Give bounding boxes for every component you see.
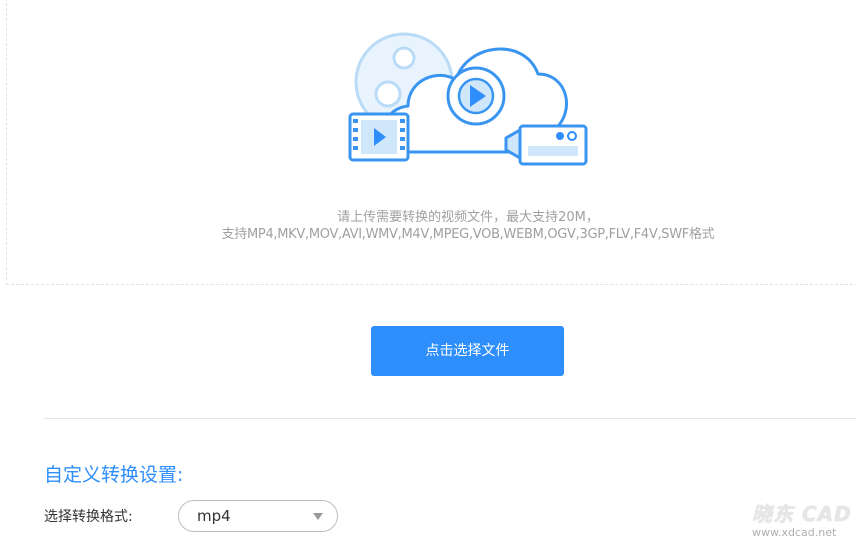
settings-title: 自定义转换设置:	[44, 464, 184, 486]
video-converter-page: 请上传需要转换的视频文件，最大支持20M， 支持MP4,MKV,MOV,AVI,…	[0, 0, 856, 548]
watermark-logo: 晓东 CAD	[752, 502, 852, 526]
upload-hint-formats: 支持MP4,MKV,MOV,AVI,WMV,M4V,MPEG,VOB,WEBM,…	[221, 227, 715, 242]
choose-file-button[interactable]: 点击选择文件	[371, 326, 564, 376]
format-selected-value: mp4	[197, 507, 231, 525]
chevron-down-icon	[313, 513, 323, 520]
format-label: 选择转换格式:	[44, 509, 133, 525]
section-divider	[44, 418, 856, 419]
watermark-url: www.xdcad.net	[752, 526, 837, 539]
cloud-video-upload-icon	[348, 32, 588, 166]
watermark: 晓东 CAD www.xdcad.net	[752, 498, 852, 546]
format-select[interactable]: mp4	[178, 500, 338, 532]
